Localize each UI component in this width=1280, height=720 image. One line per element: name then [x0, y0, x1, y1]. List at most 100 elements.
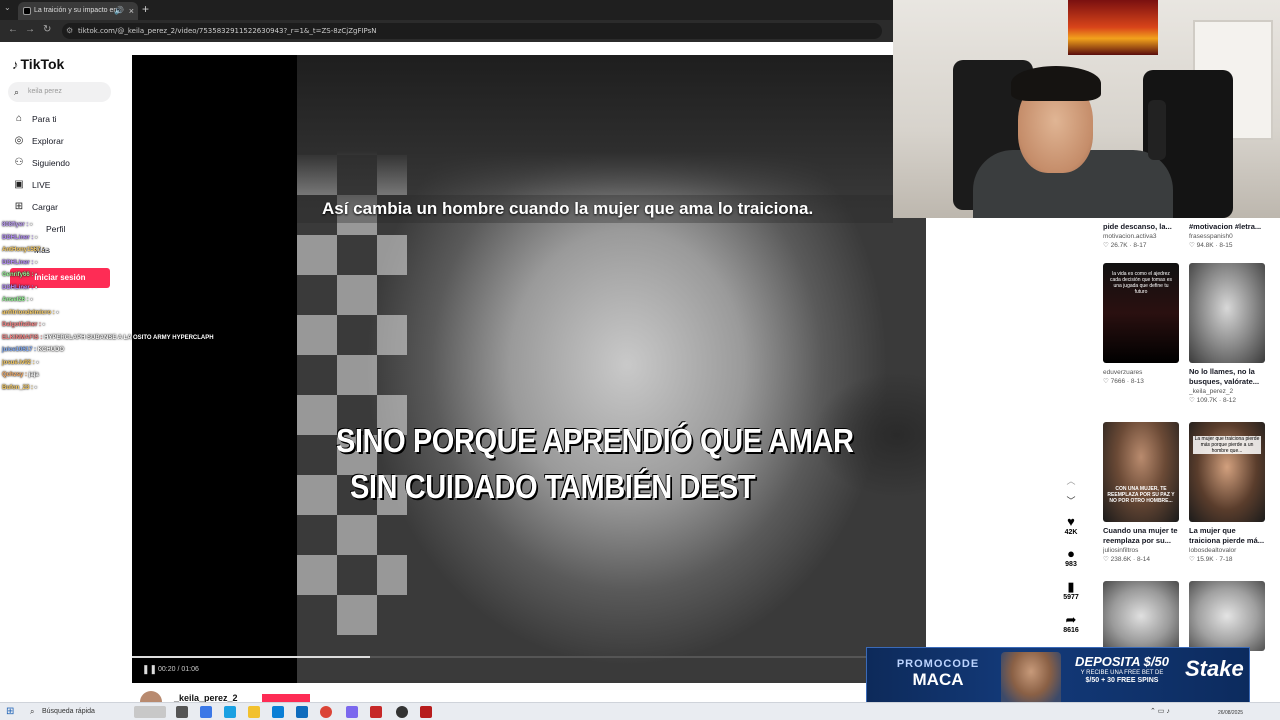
comment-icon: ●	[1067, 546, 1075, 561]
back-icon[interactable]: ←	[8, 24, 18, 35]
search-icon: ⌕	[30, 707, 35, 716]
sidebar-item-explorar[interactable]: ◎ Explorar	[12, 133, 64, 149]
speaker-icon[interactable]: 🔊	[114, 2, 124, 20]
store-icon[interactable]	[272, 706, 284, 718]
sidebar-item-label: Cargar	[32, 202, 58, 212]
author-username[interactable]: _keila_perez_2	[174, 693, 238, 702]
rec-stats: ♡ 94.8K · 8-15	[1189, 242, 1233, 249]
live-icon: ▣	[14, 179, 24, 190]
video-caption-top: Así cambia un hombre cuando la mujer que…	[322, 199, 814, 218]
browser-tab-bar: ⌄ La traición y su impacto en 🔊 × +	[0, 0, 893, 20]
rec-thumbnail: La mujer que traiciona pierde más porque…	[1189, 422, 1265, 522]
app-icon[interactable]	[346, 706, 358, 718]
rec-card[interactable]	[1103, 581, 1179, 651]
browser-tab[interactable]: La traición y su impacto en 🔊 ×	[18, 2, 138, 20]
rec-date: 8-13	[1130, 378, 1144, 385]
reload-icon[interactable]: ↻	[43, 24, 51, 35]
ad-deposit-sub: Y RECIBE UNA FREE BET DE	[1080, 670, 1164, 676]
share-button[interactable]: ➦ 8616	[1056, 613, 1086, 635]
rec-card[interactable]: #motivacion #letra... frasesspanish0 ♡ 9…	[1189, 218, 1265, 249]
chat-message: Dalgotfather : ▪	[2, 322, 45, 328]
chat-message: AntHony1567 : ▪	[2, 247, 48, 253]
pause-icon[interactable]: ❚❚	[142, 664, 157, 675]
sidebar-item-cargar[interactable]: ⊞ Cargar	[12, 199, 58, 215]
chat-username: DDHLiner :	[2, 234, 35, 241]
rec-title: #motivacion #letra...	[1189, 222, 1262, 231]
chat-username: Bufon_23 :	[2, 384, 35, 391]
video-progress-bar[interactable]	[132, 656, 926, 658]
recommendations-panel: pide descanso, la... motivacion.activa3 …	[1090, 218, 1280, 702]
rec-card[interactable]: No lo llames, no la busques, valórate...…	[1189, 263, 1265, 404]
sidebar-item-siguiendo[interactable]: ⚇ Siguiendo	[12, 155, 70, 171]
comment-count: 983	[1065, 561, 1077, 568]
close-tab-icon[interactable]: ×	[129, 2, 134, 20]
chat-username: DDHLiner :	[2, 284, 35, 291]
app-icon-2[interactable]	[370, 706, 382, 718]
video-progress-fill	[132, 656, 371, 658]
sidebar-item-live[interactable]: ▣ LIVE	[12, 177, 50, 193]
search-input[interactable]: ⌕ keila perez	[8, 82, 111, 102]
next-video-icon[interactable]: ﹀	[1064, 494, 1078, 507]
rec-card[interactable]: La mujer que traiciona pierde más porque…	[1189, 422, 1265, 563]
chat-text: jaja	[28, 372, 39, 378]
rec-card[interactable]: CON UNA MUJER, TE REEMPLAZA POR SU PAZ Y…	[1103, 422, 1179, 563]
edge-icon[interactable]	[224, 706, 236, 718]
rec-user: motivacion.activa3	[1103, 233, 1157, 240]
upload-icon: ⊞	[14, 201, 24, 212]
ad-person-image	[1001, 652, 1061, 708]
chat-username: Ansel26 :	[2, 297, 31, 303]
comment-button[interactable]: ● 983	[1056, 546, 1086, 569]
tiktok-logo[interactable]: ♪ TikTok	[12, 56, 64, 72]
rec-views: 15.9K	[1196, 556, 1214, 563]
microphone	[1148, 100, 1166, 160]
copilot-icon[interactable]	[200, 706, 212, 718]
rec-thumbnail: CON UNA MUJER, TE REEMPLAZA POR SU PAZ Y…	[1103, 422, 1179, 522]
chat-text: ▪	[35, 234, 38, 241]
rec-date: 7-18	[1219, 556, 1233, 563]
sidebar-item-para-ti[interactable]: ⌂ Para ti	[12, 111, 57, 127]
rec-title: pide descanso, la...	[1103, 222, 1172, 231]
following-icon: ⚇	[14, 157, 24, 168]
chat-text: ▪	[35, 272, 38, 278]
ad-promo-label: PROMOCODE	[896, 658, 980, 670]
frame-shadow	[297, 55, 926, 215]
rec-user: _keila_perez_2	[1189, 388, 1234, 395]
chat-text: ▪	[34, 384, 37, 391]
video-caption-line-2: SIN CUIDADO TAMBIÉN DEST	[350, 468, 756, 505]
widget-icon[interactable]	[134, 706, 166, 718]
author-avatar[interactable]	[140, 691, 162, 702]
taskbar-search[interactable]: ⌕ Búsqueda rápida	[26, 705, 128, 719]
prev-video-icon[interactable]: ︿	[1064, 474, 1078, 487]
tab-list-icon[interactable]: ⌄	[4, 3, 11, 12]
outlook-icon[interactable]	[296, 706, 308, 718]
rec-date: 8-12	[1223, 397, 1237, 404]
chat-message: Bufon_23 : ▪	[2, 385, 37, 391]
rec-card[interactable]: pide descanso, la... motivacion.activa3 …	[1103, 218, 1179, 249]
chrome-icon[interactable]	[320, 706, 332, 718]
chat-message: josué.lv92 : ▪	[2, 360, 39, 366]
rec-title: La mujer que traiciona pierde má...	[1189, 526, 1265, 545]
app-icon-3[interactable]	[420, 706, 432, 718]
ad-deposit-bonus: $/50 + 30 FREE SPINS	[1085, 677, 1159, 684]
file-explorer-icon[interactable]	[248, 706, 260, 718]
rec-date: 8-14	[1137, 556, 1151, 563]
system-tray[interactable]: ⌃ ▭ ♪	[1150, 707, 1170, 715]
save-button[interactable]: ▮ 5977	[1056, 580, 1086, 602]
chat-message: DDHLiner : ▪	[2, 285, 37, 291]
new-tab-button[interactable]: +	[142, 2, 149, 16]
tiktok-favicon-icon	[23, 7, 31, 15]
rec-card[interactable]	[1189, 581, 1265, 651]
forward-icon[interactable]: →	[25, 24, 35, 35]
search-icon: ⌕	[14, 87, 20, 97]
follow-button[interactable]	[262, 694, 310, 702]
url-field[interactable]: ⚙ tiktok.com/@_keila_perez_2/video/75358…	[62, 23, 882, 39]
chat-username: 808flyer :	[2, 222, 31, 228]
task-view-icon[interactable]	[176, 706, 188, 718]
windows-start-icon[interactable]: ⊞	[6, 706, 14, 717]
like-button[interactable]: ♥ 42K	[1056, 515, 1086, 537]
obs-icon[interactable]	[396, 706, 408, 718]
share-count: 8616	[1063, 627, 1079, 634]
rec-user: lobosdealtovalor	[1189, 547, 1237, 554]
site-info-icon[interactable]: ⚙	[66, 23, 73, 39]
rec-card[interactable]: la vida es como el ajedrez cada decisión…	[1103, 263, 1179, 385]
